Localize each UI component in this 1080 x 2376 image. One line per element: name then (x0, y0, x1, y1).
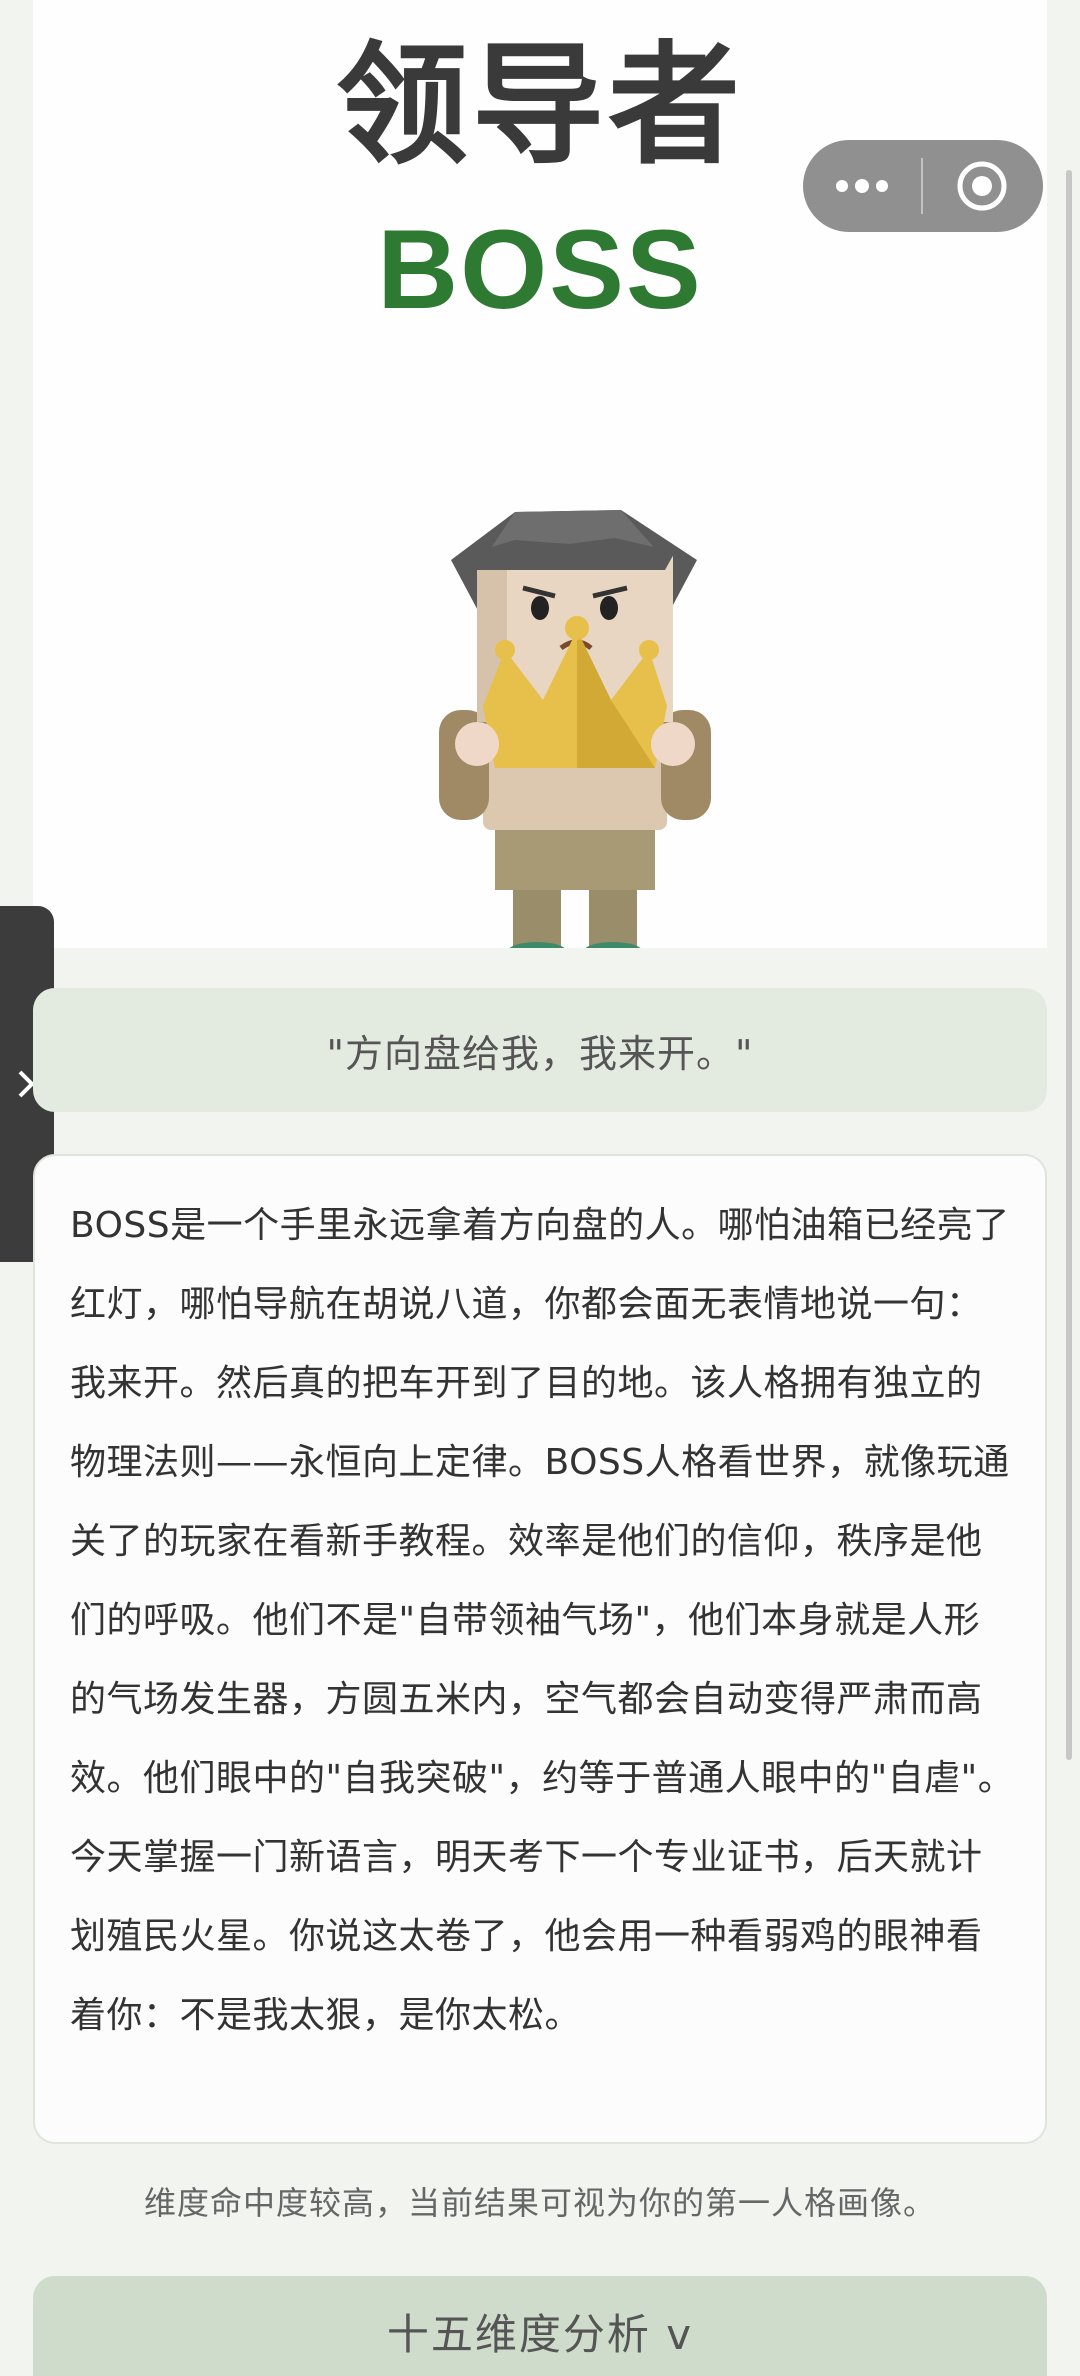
more-button[interactable] (803, 140, 921, 232)
persona-quote: "方向盘给我，我来开。" (33, 988, 1047, 1112)
dimension-analysis-button[interactable]: 十五维度分析 v (33, 2276, 1047, 2376)
close-button[interactable] (923, 140, 1041, 232)
result-page: 领导者 BOSS "方向盘给我，我来开。" BOSS是一个手里永远拿着方向盘的人… (0, 0, 1080, 2376)
more-dots-icon (836, 179, 888, 193)
result-hint: 维度命中度较高，当前结果可视为你的第一人格画像。 (143, 2184, 936, 2222)
persona-description: BOSS是一个手里永远拿着方向盘的人。哪怕油箱已经亮了红灯，哪怕导航在胡说八道，… (70, 1205, 1015, 2036)
boss-character-illustration (439, 510, 711, 948)
target-close-icon (957, 161, 1007, 211)
persona-description-card: BOSS是一个手里永远拿着方向盘的人。哪怕油箱已经亮了红灯，哪怕导航在胡说八道，… (33, 1154, 1047, 2144)
mini-program-capsule (803, 140, 1043, 232)
scrollbar[interactable] (1066, 170, 1072, 1760)
